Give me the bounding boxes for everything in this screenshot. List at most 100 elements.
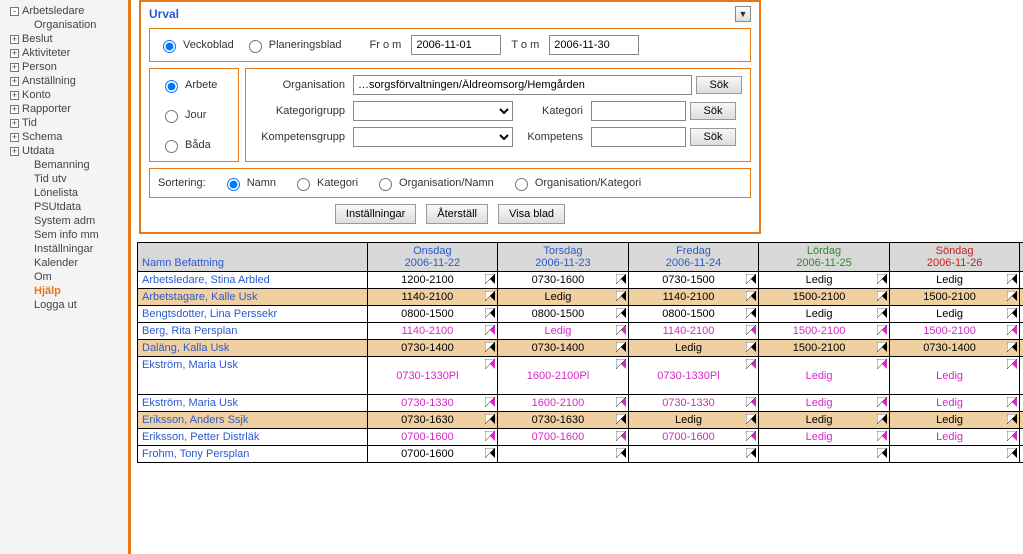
flag-icon[interactable] bbox=[1007, 274, 1017, 284]
time-cell[interactable]: Ledig bbox=[889, 412, 1020, 429]
radio-arbete[interactable]: Arbete bbox=[160, 77, 228, 93]
katgrp-select[interactable] bbox=[353, 101, 513, 121]
time-cell[interactable]: 1500-2100 bbox=[759, 289, 890, 306]
name-cell[interactable]: Frohm, Tony Persplan bbox=[138, 446, 368, 463]
flag-icon[interactable] bbox=[746, 448, 756, 458]
flag-icon[interactable] bbox=[616, 291, 626, 301]
flag-icon[interactable] bbox=[877, 274, 887, 284]
sidebar-item-rapporter[interactable]: +Rapporter bbox=[0, 102, 128, 116]
sidebar-item-schema[interactable]: +Schema bbox=[0, 130, 128, 144]
expander-icon[interactable]: + bbox=[10, 91, 19, 100]
org-input[interactable] bbox=[353, 75, 692, 95]
flag-icon[interactable] bbox=[1007, 397, 1017, 407]
time-cell[interactable] bbox=[628, 446, 759, 463]
flag-icon[interactable] bbox=[877, 291, 887, 301]
flag-icon[interactable] bbox=[1007, 448, 1017, 458]
flag-icon[interactable] bbox=[877, 448, 887, 458]
sort-kategori[interactable]: Kategori bbox=[292, 175, 358, 191]
flag-icon[interactable] bbox=[746, 274, 756, 284]
flag-icon[interactable] bbox=[746, 359, 756, 369]
radio-veckoblad[interactable]: Veckoblad bbox=[158, 37, 234, 53]
sidebar-item-konto[interactable]: +Konto bbox=[0, 88, 128, 102]
expander-icon[interactable]: + bbox=[10, 133, 19, 142]
flag-icon[interactable] bbox=[485, 342, 495, 352]
time-cell[interactable]: 0700-1600 bbox=[367, 429, 498, 446]
flag-icon[interactable] bbox=[746, 291, 756, 301]
flag-icon[interactable] bbox=[1007, 308, 1017, 318]
flag-icon[interactable] bbox=[616, 342, 626, 352]
time-cell[interactable]: 0800-1500 bbox=[498, 306, 629, 323]
sidebar-item-system-adm[interactable]: System adm bbox=[0, 214, 128, 228]
name-cell[interactable]: Ekström, Maria Usk bbox=[138, 357, 368, 395]
time-cell[interactable]: Ledig bbox=[759, 429, 890, 446]
expander-icon[interactable]: + bbox=[10, 49, 19, 58]
collapse-button[interactable]: ▼ bbox=[735, 6, 751, 22]
time-cell[interactable]: Ledig bbox=[628, 412, 759, 429]
name-cell[interactable]: Arbetsledare, Stina Arbled bbox=[138, 272, 368, 289]
flag-icon[interactable] bbox=[616, 274, 626, 284]
expander-icon[interactable]: - bbox=[10, 7, 19, 16]
expander-icon[interactable]: + bbox=[10, 63, 19, 72]
flag-icon[interactable] bbox=[746, 414, 756, 424]
sidebar-item-sem-info-mm[interactable]: Sem info mm bbox=[0, 228, 128, 242]
flag-icon[interactable] bbox=[1007, 325, 1017, 335]
radio-jour[interactable]: Jour bbox=[160, 107, 228, 123]
komp-input[interactable] bbox=[591, 127, 686, 147]
time-cell[interactable]: 0730-1630 bbox=[498, 412, 629, 429]
time-cell[interactable]: 0730-1330 bbox=[367, 395, 498, 412]
time-cell[interactable]: Ledig bbox=[889, 395, 1020, 412]
flag-icon[interactable] bbox=[485, 414, 495, 424]
flag-icon[interactable] bbox=[877, 397, 887, 407]
sidebar-item-arbetsledare[interactable]: -Arbetsledare bbox=[0, 4, 128, 18]
flag-icon[interactable] bbox=[616, 448, 626, 458]
time-cell[interactable]: Ledig bbox=[889, 272, 1020, 289]
time-cell[interactable]: 1500-2100 bbox=[889, 323, 1020, 340]
time-cell[interactable]: 0730-1400 bbox=[367, 340, 498, 357]
flag-icon[interactable] bbox=[485, 431, 495, 441]
time-cell[interactable]: 1600-2100 bbox=[498, 395, 629, 412]
sidebar-item-inställningar[interactable]: Inställningar bbox=[0, 242, 128, 256]
radio-planeringsblad[interactable]: Planeringsblad bbox=[244, 37, 342, 53]
sidebar-item-utdata[interactable]: +Utdata bbox=[0, 144, 128, 158]
sidebar-item-organisation[interactable]: Organisation bbox=[0, 18, 128, 32]
flag-icon[interactable] bbox=[1007, 414, 1017, 424]
time-cell[interactable]: 0700-1600 bbox=[628, 429, 759, 446]
time-cell[interactable]: 1500-2100 bbox=[759, 323, 890, 340]
radio-bada[interactable]: Båda bbox=[160, 137, 228, 153]
flag-icon[interactable] bbox=[485, 325, 495, 335]
time-cell[interactable]: 0730-1400 bbox=[498, 340, 629, 357]
time-cell[interactable]: 1500-2100 bbox=[889, 289, 1020, 306]
flag-icon[interactable] bbox=[1007, 359, 1017, 369]
flag-icon[interactable] bbox=[485, 448, 495, 458]
time-cell[interactable]: Ledig bbox=[759, 357, 890, 395]
time-cell[interactable]: 1140-2100 bbox=[367, 323, 498, 340]
time-cell[interactable]: 1140-2100 bbox=[628, 289, 759, 306]
sidebar-item-bemanning[interactable]: Bemanning bbox=[0, 158, 128, 172]
flag-icon[interactable] bbox=[616, 359, 626, 369]
sidebar-item-hjälp[interactable]: Hjälp bbox=[0, 284, 128, 298]
time-cell[interactable]: 0730-1330 bbox=[628, 395, 759, 412]
sok-komp-button[interactable]: Sök bbox=[690, 128, 736, 146]
sidebar-item-beslut[interactable]: +Beslut bbox=[0, 32, 128, 46]
time-cell[interactable]: Ledig bbox=[889, 429, 1020, 446]
flag-icon[interactable] bbox=[485, 274, 495, 284]
expander-icon[interactable]: + bbox=[10, 35, 19, 44]
flag-icon[interactable] bbox=[485, 397, 495, 407]
flag-icon[interactable] bbox=[877, 342, 887, 352]
time-cell[interactable]: Ledig bbox=[498, 323, 629, 340]
settings-button[interactable]: Inställningar bbox=[335, 204, 416, 224]
flag-icon[interactable] bbox=[877, 325, 887, 335]
reset-button[interactable]: Återställ bbox=[426, 204, 488, 224]
name-cell[interactable]: Daläng, Kalla Usk bbox=[138, 340, 368, 357]
flag-icon[interactable] bbox=[746, 308, 756, 318]
sok-kat-button[interactable]: Sök bbox=[690, 102, 736, 120]
flag-icon[interactable] bbox=[746, 431, 756, 441]
sort-namn[interactable]: Namn bbox=[222, 175, 276, 191]
flag-icon[interactable] bbox=[485, 291, 495, 301]
sidebar-item-om[interactable]: Om bbox=[0, 270, 128, 284]
time-cell[interactable]: 0730-1400 bbox=[889, 340, 1020, 357]
expander-icon[interactable]: + bbox=[10, 147, 19, 156]
flag-icon[interactable] bbox=[746, 397, 756, 407]
expander-icon[interactable]: + bbox=[10, 77, 19, 86]
time-cell[interactable] bbox=[498, 446, 629, 463]
